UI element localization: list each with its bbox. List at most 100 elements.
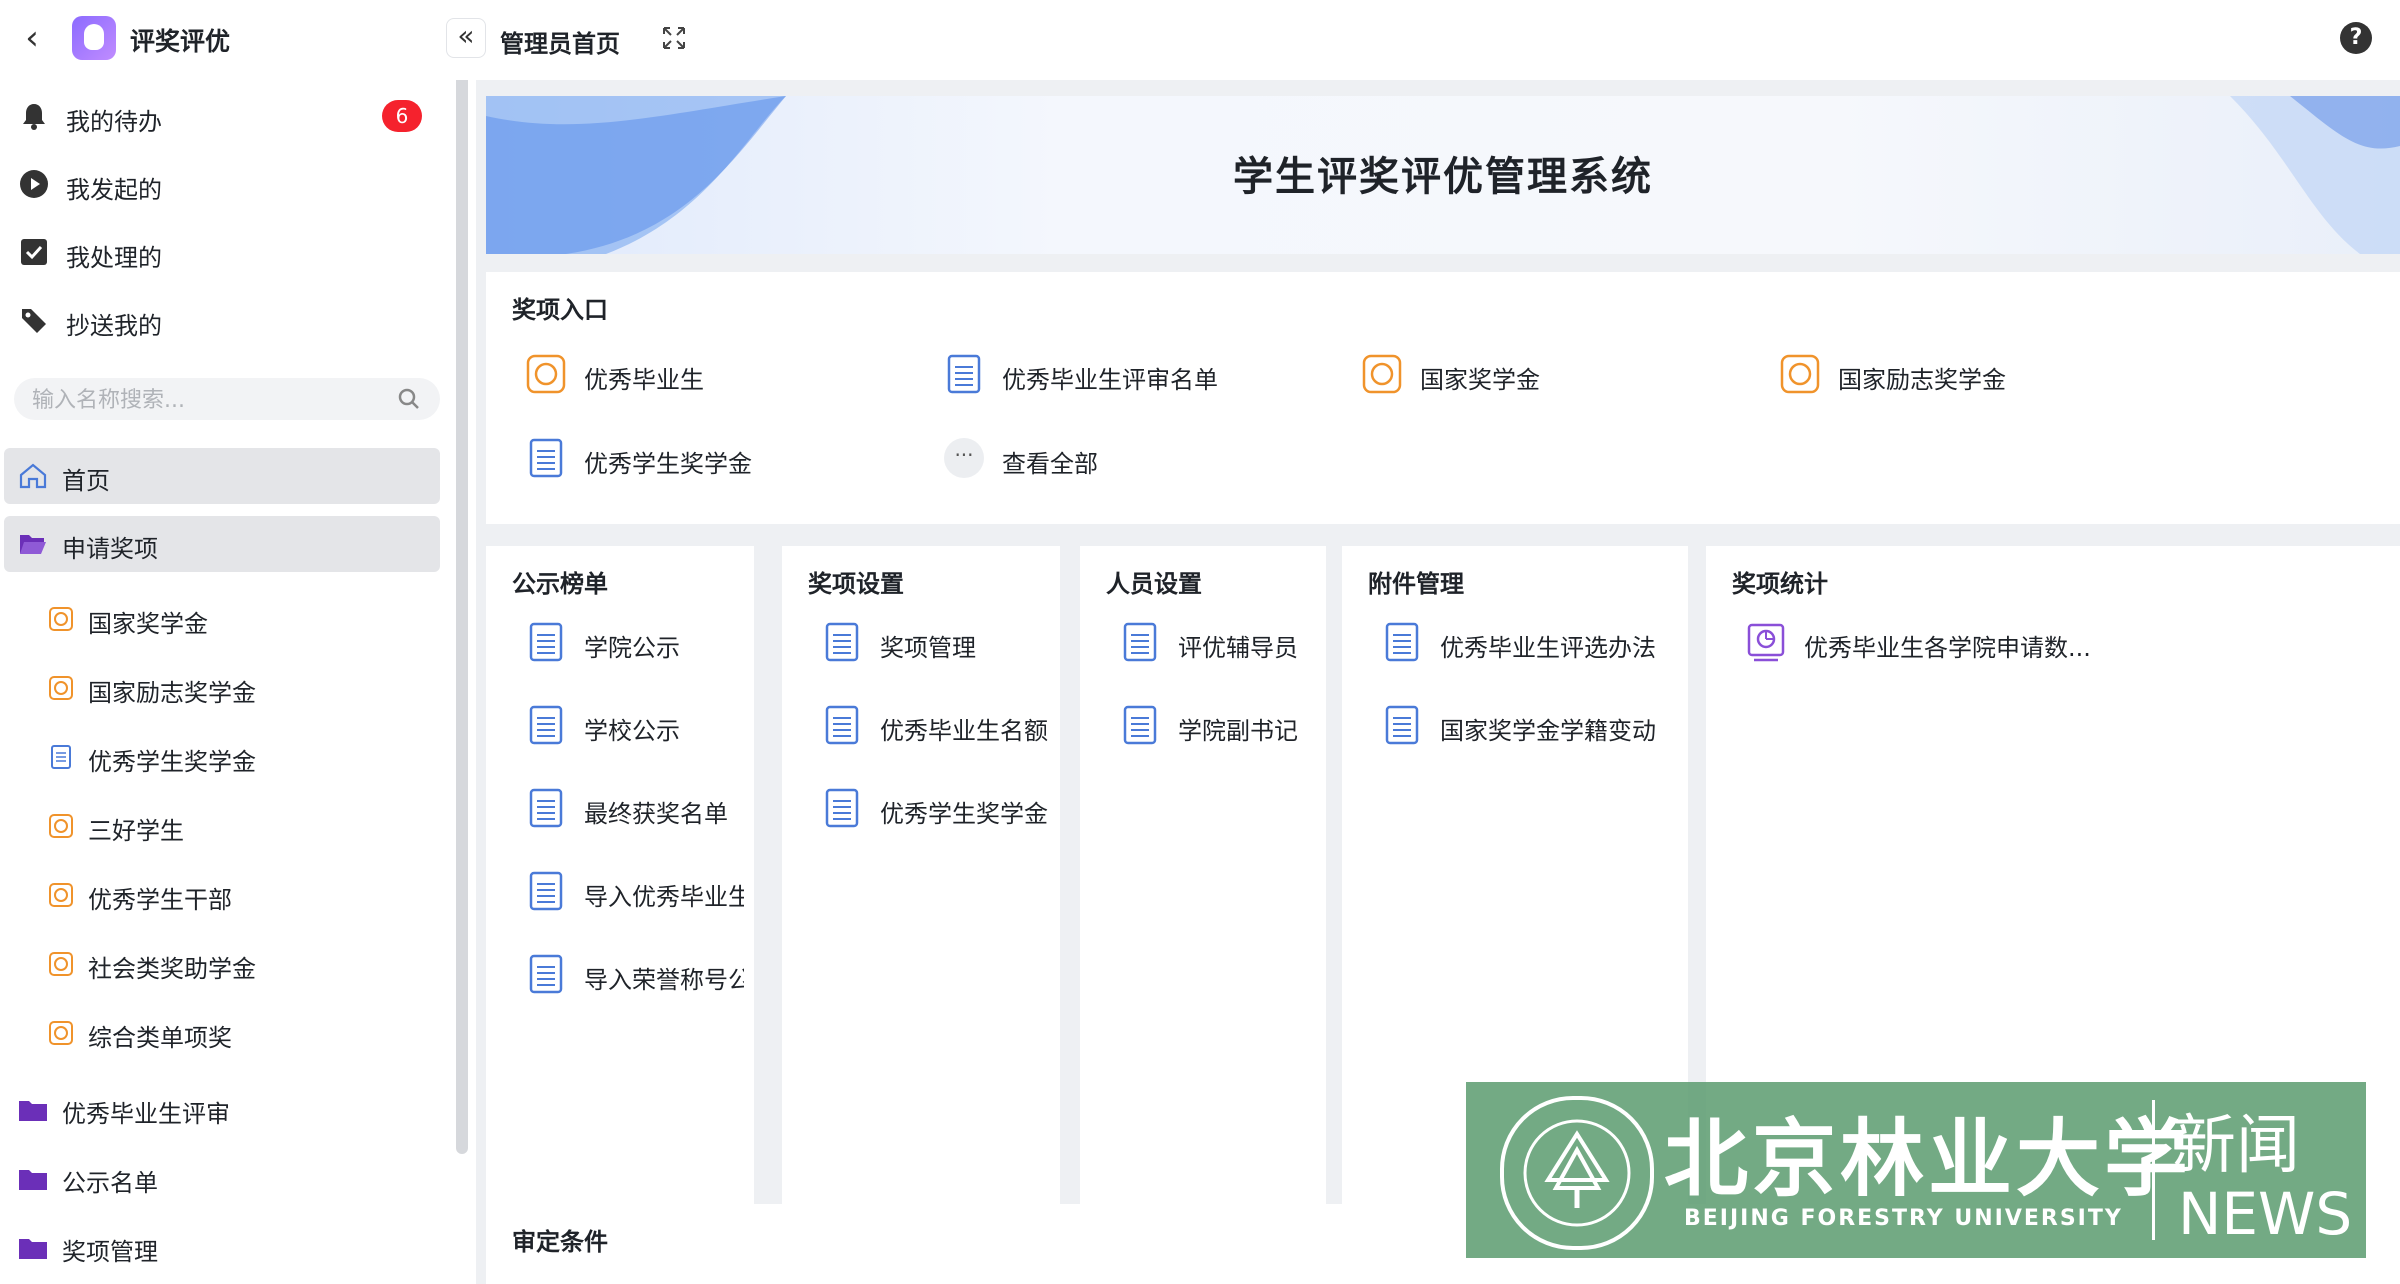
sub-item-comprehensive-award[interactable]: 综合类单项奖: [0, 1006, 440, 1062]
award-icon: [49, 1021, 73, 1045]
panel-item-label: 优秀毕业生名额: [880, 717, 1048, 745]
todo-count-badge: 6: [382, 100, 422, 132]
panel-item[interactable]: 奖项管理: [822, 618, 1050, 668]
seal-emblem-icon: [1523, 1119, 1631, 1227]
sidebar-header: ‹ 评奖评优: [0, 0, 440, 76]
panel-item[interactable]: 最终获奖名单: [526, 784, 744, 834]
document-icon: [529, 788, 563, 828]
folder-icon: [19, 1239, 47, 1259]
panel-item[interactable]: 优秀毕业生名额: [822, 701, 1050, 751]
panel-item[interactable]: 导入荣誉称号公: [526, 950, 744, 1000]
document-icon: [529, 705, 563, 745]
more-icon: ···: [944, 438, 984, 478]
panel-item[interactable]: 优秀毕业生评选办法: [1382, 618, 1672, 668]
checkbox-icon: [21, 239, 47, 265]
panel-item[interactable]: 国家奖学金学籍变动: [1382, 701, 1672, 751]
sub-item-label: 国家励志奖学金: [88, 679, 256, 707]
card-title: 奖项入口: [512, 296, 608, 324]
entry-national-encouragement[interactable]: 国家励志奖学金: [1780, 350, 2180, 400]
panel-item-label: 优秀毕业生各学院申请数...: [1804, 634, 2091, 662]
app-logo: [72, 16, 116, 60]
document-icon: [529, 954, 563, 994]
sub-item-label: 三好学生: [88, 817, 184, 845]
watermark-divider: [2152, 1100, 2155, 1240]
collapse-sidebar-icon[interactable]: «: [446, 18, 486, 58]
play-circle-icon: [20, 170, 48, 198]
folder-label: 公示名单: [62, 1169, 158, 1197]
sub-item-national-scholarship[interactable]: 国家奖学金: [0, 592, 440, 648]
fullscreen-icon[interactable]: [662, 26, 686, 50]
entry-label: 优秀学生奖学金: [584, 450, 752, 478]
sub-item-national-encouragement[interactable]: 国家励志奖学金: [0, 661, 440, 717]
card-title: 审定条件: [512, 1228, 608, 1256]
award-icon: [49, 952, 73, 976]
nav-apply-award[interactable]: 申请奖项: [4, 516, 440, 572]
entry-excellent-student-scholarship[interactable]: 优秀学生奖学金: [526, 434, 886, 484]
sidebar-scrollbar[interactable]: [456, 74, 468, 1154]
entry-excellent-graduate[interactable]: 优秀毕业生: [526, 350, 886, 400]
view-all-button[interactable]: ··· 查看全部: [944, 434, 1244, 484]
panel-item-label: 导入荣誉称号公: [584, 966, 744, 994]
award-icon: [49, 814, 73, 838]
quick-link-cc[interactable]: 抄送我的: [0, 292, 440, 348]
sub-item-label: 优秀学生干部: [88, 886, 232, 914]
document-icon: [947, 354, 981, 394]
panel-item-label: 评优辅导员: [1178, 634, 1298, 662]
folder-label: 奖项管理: [62, 1238, 158, 1266]
home-icon: [19, 463, 47, 489]
document-icon: [825, 788, 859, 828]
entry-label: 优秀毕业生评审名单: [1002, 366, 1218, 394]
sub-item-social-aid[interactable]: 社会类奖助学金: [0, 937, 440, 993]
quick-link-initiated[interactable]: 我发起的: [0, 156, 440, 212]
app-title: 评奖评优: [130, 27, 231, 56]
nav-home[interactable]: 首页: [4, 448, 440, 504]
folder-icon: [19, 1170, 47, 1190]
panel-item[interactable]: 学校公示: [526, 701, 744, 751]
nav-apply-label: 申请奖项: [62, 535, 158, 563]
panel-item-label: 奖项管理: [880, 634, 976, 662]
banner-title: 学生评奖评优管理系统: [1233, 154, 1653, 200]
back-arrow-icon[interactable]: ‹: [18, 20, 46, 56]
award-icon: [1780, 354, 1820, 394]
award-icon: [1362, 354, 1402, 394]
panel-item-label: 导入优秀毕业生: [584, 883, 744, 911]
entry-label: 国家励志奖学金: [1838, 366, 2006, 394]
watermark-university-name: 北京林业大学: [1664, 1109, 2193, 1208]
panel-item[interactable]: 导入优秀毕业生: [526, 867, 744, 917]
entry-graduate-review-list[interactable]: 优秀毕业生评审名单: [944, 350, 1344, 400]
panel-item[interactable]: 优秀毕业生各学院申请数...: [1746, 618, 2166, 668]
document-icon: [825, 705, 859, 745]
tab-admin-home[interactable]: 管理员首页: [500, 24, 620, 59]
panel-item[interactable]: 学院副书记: [1120, 701, 1320, 751]
document-icon: [529, 871, 563, 911]
sidebar: ‹ 评奖评优 我的待办 6 我发起的 我处理的 抄送我的 首页 申请奖项 国家奖…: [0, 0, 468, 1284]
entry-label: 优秀毕业生: [584, 366, 704, 394]
quick-link-todo[interactable]: 我的待办 6: [0, 88, 440, 144]
document-icon: [529, 622, 563, 662]
panel-item[interactable]: 优秀学生奖学金: [822, 784, 1050, 834]
sub-item-student-cadre[interactable]: 优秀学生干部: [0, 868, 440, 924]
folder-public-list[interactable]: 公示名单: [0, 1151, 440, 1207]
card-title: 公示榜单: [512, 570, 608, 598]
quick-link-label: 我的待办: [66, 108, 162, 136]
sub-item-label: 综合类单项奖: [88, 1024, 232, 1052]
sub-item-excellent-student-scholarship[interactable]: 优秀学生奖学金: [0, 730, 440, 786]
quick-link-handled[interactable]: 我处理的: [0, 224, 440, 280]
panel-item-label: 优秀学生奖学金: [880, 800, 1048, 828]
help-icon[interactable]: ?: [2340, 22, 2372, 54]
panel-public-list: 公示榜单 学院公示 学校公示 最终获奖名单 导入优秀毕业生 导入荣誉称号公: [486, 546, 754, 1266]
panel-item[interactable]: 评优辅导员: [1120, 618, 1320, 668]
search-icon[interactable]: [398, 388, 420, 410]
folder-award-management[interactable]: 奖项管理: [0, 1220, 440, 1276]
nav-home-label: 首页: [62, 467, 110, 495]
search-input[interactable]: [30, 378, 384, 422]
award-icon: [49, 883, 73, 907]
folder-graduate-review[interactable]: 优秀毕业生评审: [0, 1082, 440, 1138]
card-title: 奖项统计: [1732, 570, 1828, 598]
sub-item-merit-student[interactable]: 三好学生: [0, 799, 440, 855]
card-title: 奖项设置: [808, 570, 904, 598]
watermark-university-english: BEIJING FORESTRY UNIVERSITY: [1684, 1206, 2123, 1231]
entry-national-scholarship[interactable]: 国家奖学金: [1362, 350, 1722, 400]
panel-item[interactable]: 学院公示: [526, 618, 744, 668]
sub-item-label: 国家奖学金: [88, 610, 208, 638]
